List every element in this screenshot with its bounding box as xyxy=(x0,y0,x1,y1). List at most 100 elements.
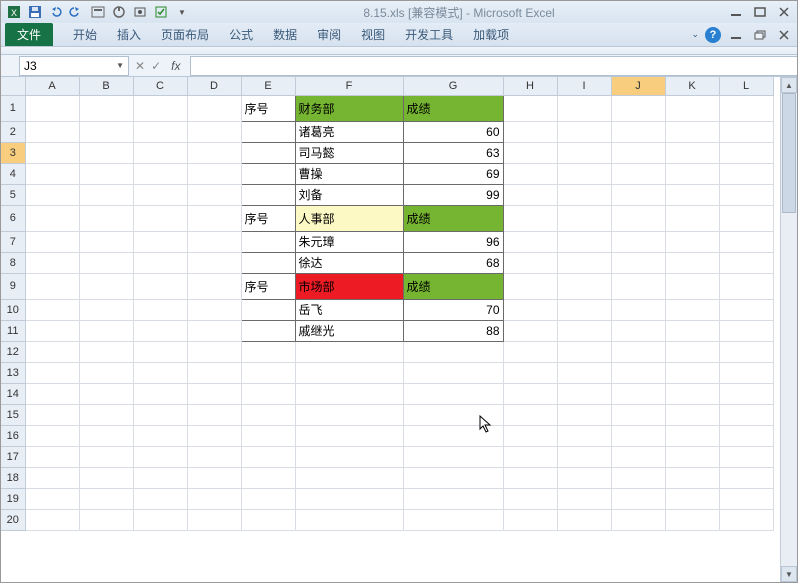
row-header-17[interactable]: 17 xyxy=(1,446,25,467)
cell-D5[interactable] xyxy=(187,184,241,205)
cell-H2[interactable] xyxy=(503,121,557,142)
cell-G2[interactable]: 60 xyxy=(403,121,503,142)
cell-I10[interactable] xyxy=(557,299,611,320)
cell-C20[interactable] xyxy=(133,509,187,530)
cell-G16[interactable] xyxy=(403,425,503,446)
cell-H13[interactable] xyxy=(503,362,557,383)
confirm-formula-icon[interactable]: ✓ xyxy=(151,59,161,73)
cell-E9[interactable]: 序号 xyxy=(241,273,295,299)
cell-I14[interactable] xyxy=(557,383,611,404)
column-header-F[interactable]: F xyxy=(295,77,403,95)
cell-G17[interactable] xyxy=(403,446,503,467)
cell-I9[interactable] xyxy=(557,273,611,299)
name-box-dropdown-icon[interactable]: ▼ xyxy=(116,61,124,70)
cell-H5[interactable] xyxy=(503,184,557,205)
cell-H20[interactable] xyxy=(503,509,557,530)
cell-E2[interactable] xyxy=(241,121,295,142)
cell-F19[interactable] xyxy=(295,488,403,509)
cell-J11[interactable] xyxy=(611,320,665,341)
row-header-6[interactable]: 6 xyxy=(1,205,25,231)
doc-minimize-icon[interactable] xyxy=(727,28,745,42)
cell-I11[interactable] xyxy=(557,320,611,341)
cell-A7[interactable] xyxy=(25,231,79,252)
cell-G6[interactable]: 成绩 xyxy=(403,205,503,231)
cell-K19[interactable] xyxy=(665,488,719,509)
cell-L6[interactable] xyxy=(719,205,773,231)
column-header-A[interactable]: A xyxy=(25,77,79,95)
cell-G12[interactable] xyxy=(403,341,503,362)
cell-A6[interactable] xyxy=(25,205,79,231)
cell-H4[interactable] xyxy=(503,163,557,184)
cell-D8[interactable] xyxy=(187,252,241,273)
cell-J13[interactable] xyxy=(611,362,665,383)
cell-L17[interactable] xyxy=(719,446,773,467)
scroll-down-icon[interactable]: ▼ xyxy=(781,566,797,582)
row-header-20[interactable]: 20 xyxy=(1,509,25,530)
cell-A12[interactable] xyxy=(25,341,79,362)
qat-btn-6[interactable] xyxy=(131,3,149,21)
redo-icon[interactable] xyxy=(68,3,86,21)
cell-D2[interactable] xyxy=(187,121,241,142)
cell-C15[interactable] xyxy=(133,404,187,425)
cell-I13[interactable] xyxy=(557,362,611,383)
cell-K3[interactable] xyxy=(665,142,719,163)
row-header-1[interactable]: 1 xyxy=(1,95,25,121)
tab-view[interactable]: 视图 xyxy=(351,26,395,43)
cell-G3[interactable]: 63 xyxy=(403,142,503,163)
cell-J20[interactable] xyxy=(611,509,665,530)
cell-A17[interactable] xyxy=(25,446,79,467)
cell-J12[interactable] xyxy=(611,341,665,362)
cell-B7[interactable] xyxy=(79,231,133,252)
cell-H18[interactable] xyxy=(503,467,557,488)
cell-J1[interactable] xyxy=(611,95,665,121)
cell-E13[interactable] xyxy=(241,362,295,383)
row-header-11[interactable]: 11 xyxy=(1,320,25,341)
cell-A16[interactable] xyxy=(25,425,79,446)
cell-B10[interactable] xyxy=(79,299,133,320)
cell-E3[interactable] xyxy=(241,142,295,163)
cell-A18[interactable] xyxy=(25,467,79,488)
cell-B17[interactable] xyxy=(79,446,133,467)
cell-G11[interactable]: 88 xyxy=(403,320,503,341)
cell-K1[interactable] xyxy=(665,95,719,121)
cell-J2[interactable] xyxy=(611,121,665,142)
cell-B9[interactable] xyxy=(79,273,133,299)
cell-L3[interactable] xyxy=(719,142,773,163)
cell-F9[interactable]: 市场部 xyxy=(295,273,403,299)
cell-G13[interactable] xyxy=(403,362,503,383)
cell-B19[interactable] xyxy=(79,488,133,509)
row-header-4[interactable]: 4 xyxy=(1,163,25,184)
cell-C7[interactable] xyxy=(133,231,187,252)
save-icon[interactable] xyxy=(26,3,44,21)
cell-F5[interactable]: 刘备 xyxy=(295,184,403,205)
cell-L13[interactable] xyxy=(719,362,773,383)
row-header-16[interactable]: 16 xyxy=(1,425,25,446)
cell-I5[interactable] xyxy=(557,184,611,205)
cell-A19[interactable] xyxy=(25,488,79,509)
undo-icon[interactable] xyxy=(47,3,65,21)
cell-G4[interactable]: 69 xyxy=(403,163,503,184)
cell-L4[interactable] xyxy=(719,163,773,184)
cell-H19[interactable] xyxy=(503,488,557,509)
cell-D9[interactable] xyxy=(187,273,241,299)
cell-A1[interactable] xyxy=(25,95,79,121)
cell-C12[interactable] xyxy=(133,341,187,362)
cell-B5[interactable] xyxy=(79,184,133,205)
cell-B20[interactable] xyxy=(79,509,133,530)
column-header-L[interactable]: L xyxy=(719,77,773,95)
cell-F8[interactable]: 徐达 xyxy=(295,252,403,273)
cell-K9[interactable] xyxy=(665,273,719,299)
cell-C3[interactable] xyxy=(133,142,187,163)
cell-K8[interactable] xyxy=(665,252,719,273)
scroll-up-icon[interactable]: ▲ xyxy=(781,77,797,93)
cell-A20[interactable] xyxy=(25,509,79,530)
cell-D7[interactable] xyxy=(187,231,241,252)
cell-L1[interactable] xyxy=(719,95,773,121)
cell-L8[interactable] xyxy=(719,252,773,273)
cell-F2[interactable]: 诸葛亮 xyxy=(295,121,403,142)
cell-A9[interactable] xyxy=(25,273,79,299)
worksheet-grid[interactable]: ABCDEFGHIJKL1序号财务部成绩2诸葛亮603司马懿634曹操695刘备… xyxy=(1,77,780,582)
cell-K7[interactable] xyxy=(665,231,719,252)
cell-J17[interactable] xyxy=(611,446,665,467)
cell-G1[interactable]: 成绩 xyxy=(403,95,503,121)
